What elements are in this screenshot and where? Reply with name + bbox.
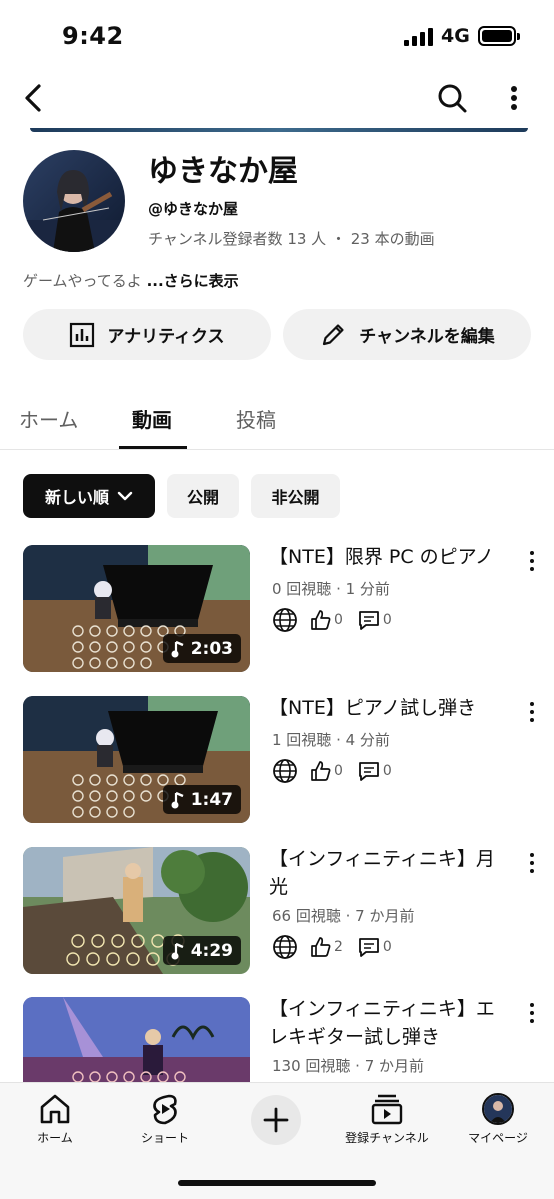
status-bar: 9:42 4G [0, 0, 554, 70]
plus-icon [263, 1107, 289, 1133]
back-arrow-icon [25, 84, 41, 112]
comment-count: 0 [382, 939, 392, 955]
video-stats: 0 0 [272, 607, 406, 633]
like-count: 0 [334, 612, 343, 628]
video-item[interactable]: 1:47 【NTE】ピアノ試し弾き 1 回視聴 · 4 分前 0 0 [0, 696, 554, 826]
video-item[interactable]: 2:03 【NTE】限界 PC のピアノ 0 回視聴 · 1 分前 0 0 [0, 545, 554, 675]
tab-posts[interactable]: 投稿 [236, 404, 276, 433]
globe-icon [273, 935, 297, 959]
globe-icon [273, 608, 297, 632]
video-duration: 2:03 [162, 634, 241, 663]
video-duration: 1:47 [162, 785, 241, 814]
pencil-icon [323, 323, 344, 345]
filter-private-chip[interactable]: 非公開 [251, 474, 340, 518]
video-thumbnail[interactable]: 2:03 [23, 545, 250, 672]
search-icon [438, 84, 467, 113]
channel-stats: チャンネル登録者数 13 人 ・ 23 本の動画 [148, 230, 435, 248]
sort-dropdown[interactable]: 新しい順 [23, 474, 155, 518]
chevron-down-icon [117, 491, 133, 501]
video-title[interactable]: 【インフィニティニキ】月光 [269, 845, 509, 901]
filter-public-chip[interactable]: 公開 [167, 474, 239, 518]
back-button[interactable] [14, 78, 54, 118]
video-meta: 130 回視聴 · 7 か月前 [272, 1057, 425, 1075]
like-count: 0 [334, 763, 343, 779]
comment-icon [359, 611, 379, 630]
home-icon [40, 1094, 70, 1124]
video-duration: 4:29 [162, 936, 241, 965]
more-vertical-icon[interactable] [522, 1001, 542, 1025]
channel-banner [30, 128, 528, 132]
active-tab-indicator [119, 446, 187, 449]
edit-channel-label: チャンネルを編集 [359, 327, 495, 347]
status-time: 9:42 [62, 22, 124, 50]
sort-label: 新しい順 [44, 488, 109, 507]
video-thumbnail[interactable] [23, 997, 250, 1082]
more-vertical-icon[interactable] [522, 700, 542, 724]
battery-icon [478, 26, 520, 46]
more-vertical-icon [511, 86, 517, 110]
analytics-label: アナリティクス [107, 327, 225, 347]
description-text: ゲームやってるよ [23, 272, 147, 290]
comment-count: 0 [382, 612, 392, 628]
nav-shorts[interactable]: ショート [110, 1093, 220, 1146]
channel-name: ゆきなか屋 [148, 154, 298, 189]
video-title[interactable]: 【インフィニティニキ】エレキギター試し弾き [269, 997, 509, 1051]
nav-home[interactable]: ホーム [0, 1093, 110, 1146]
globe-icon [273, 759, 297, 783]
home-indicator [178, 1180, 376, 1186]
video-thumbnail[interactable]: 1:47 [23, 696, 250, 823]
video-item[interactable]: 【インフィニティニキ】エレキギター試し弾き 130 回視聴 · 7 か月前 [0, 997, 554, 1082]
like-count: 2 [334, 939, 343, 955]
video-title[interactable]: 【NTE】ピアノ試し弾き [269, 694, 509, 722]
music-note-icon [171, 791, 184, 808]
music-note-icon [171, 942, 184, 959]
nav-subscriptions[interactable]: 登録チャンネル [332, 1093, 442, 1146]
video-item[interactable]: 4:29 【インフィニティニキ】月光 66 回視聴 · 7 か月前 2 0 [0, 847, 554, 977]
bar-chart-icon [70, 322, 95, 347]
network-type: 4G [441, 25, 470, 47]
subscriptions-icon [371, 1094, 403, 1125]
comment-icon [359, 938, 379, 957]
more-options-button[interactable] [496, 78, 532, 118]
analytics-button[interactable]: アナリティクス [23, 309, 271, 360]
video-title[interactable]: 【NTE】限界 PC のピアノ [269, 543, 509, 571]
comment-count: 0 [382, 763, 392, 779]
show-more-link[interactable]: ...さらに表示 [147, 272, 239, 290]
more-vertical-icon[interactable] [522, 851, 542, 875]
video-stats: 2 0 [272, 934, 406, 960]
signal-strength-icon [404, 28, 434, 46]
channel-handle: @ゆきなか屋 [148, 200, 239, 218]
video-stats: 0 0 [272, 758, 406, 784]
tab-videos[interactable]: 動画 [132, 404, 172, 433]
shorts-icon [153, 1094, 177, 1125]
video-meta: 0 回視聴 · 1 分前 [272, 580, 390, 598]
nav-you[interactable]: マイページ [443, 1093, 553, 1146]
channel-tabs: ホーム 動画 投稿 [0, 392, 554, 450]
more-vertical-icon[interactable] [522, 549, 542, 573]
edit-channel-button[interactable]: チャンネルを編集 [283, 309, 531, 360]
user-avatar [482, 1093, 514, 1125]
thumb-up-icon [311, 761, 331, 781]
thumb-up-icon [311, 937, 331, 957]
channel-avatar[interactable] [23, 150, 125, 252]
thumb-up-icon [311, 610, 331, 630]
tab-home[interactable]: ホーム [19, 404, 78, 433]
music-note-icon [171, 640, 184, 657]
video-meta: 1 回視聴 · 4 分前 [272, 731, 390, 749]
create-button[interactable] [251, 1095, 301, 1145]
video-meta: 66 回視聴 · 7 か月前 [272, 907, 415, 925]
video-thumbnail[interactable]: 4:29 [23, 847, 250, 974]
channel-description[interactable]: ゲームやってるよ ...さらに表示 [23, 270, 239, 291]
comment-icon [359, 762, 379, 781]
top-app-bar [0, 72, 554, 126]
search-button[interactable] [432, 78, 472, 118]
